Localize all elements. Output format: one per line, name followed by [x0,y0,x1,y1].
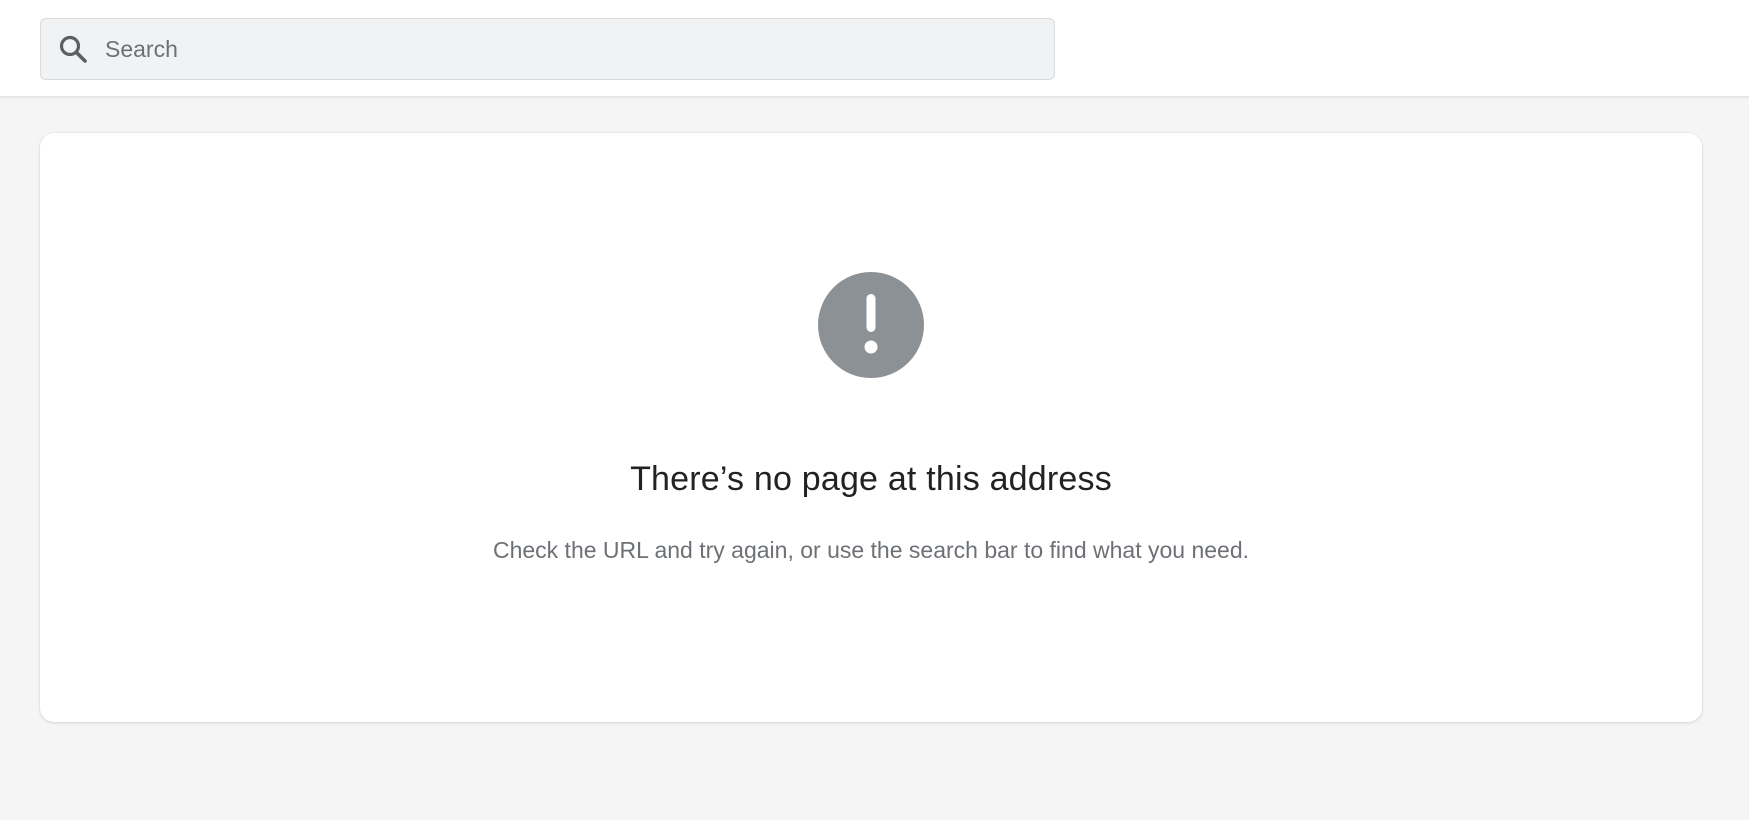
search-icon [59,35,87,63]
exclamation-circle-icon [818,272,924,378]
page-title: There’s no page at this address [630,460,1112,498]
error-message: Check the URL and try again, or use the … [492,537,1250,563]
top-bar [0,0,1749,97]
error-card: There’s no page at this address Check th… [40,133,1702,722]
search-input[interactable] [105,19,1035,79]
search-bar[interactable] [40,18,1055,80]
